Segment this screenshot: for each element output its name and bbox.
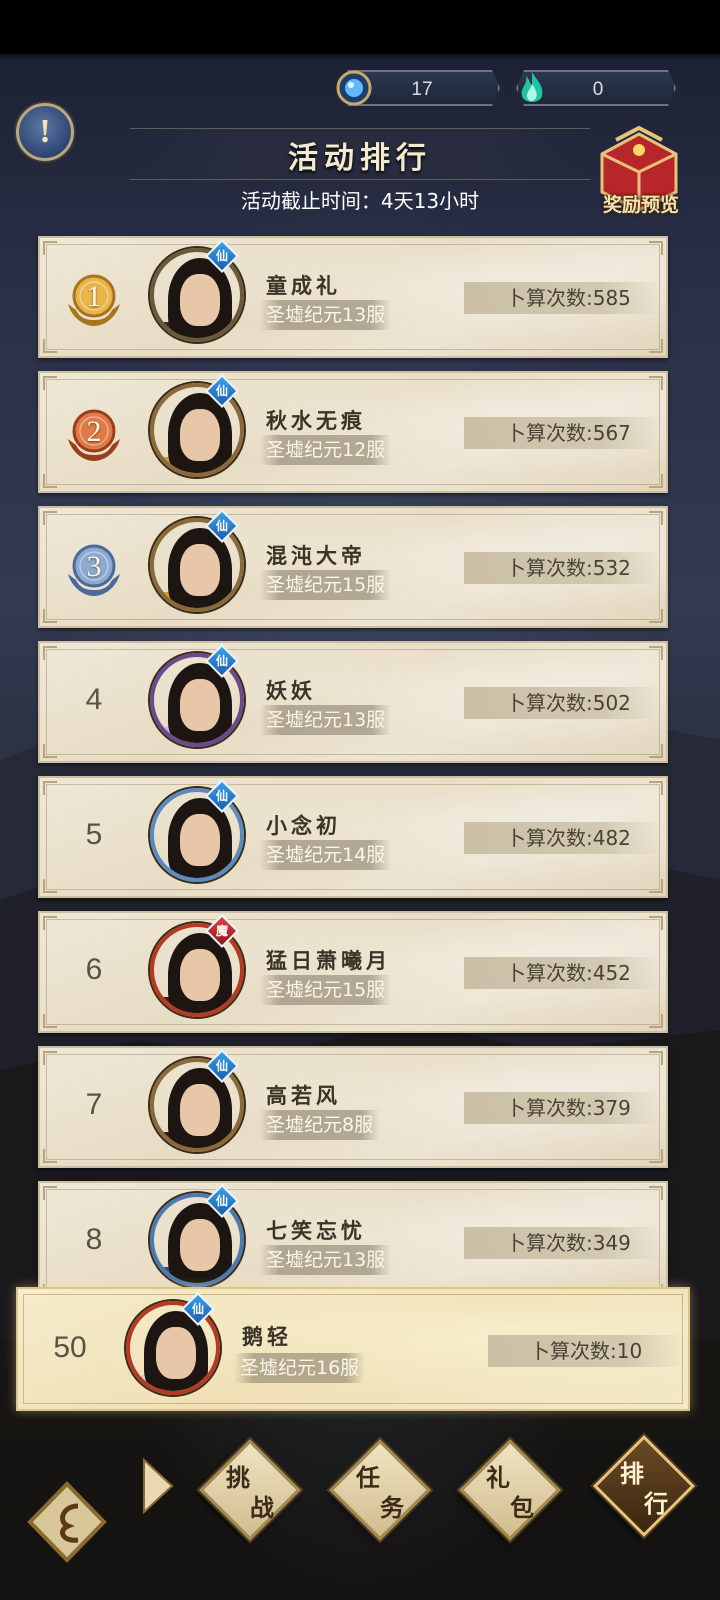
blue-orb-icon (336, 70, 372, 106)
card-corner-ornament (43, 744, 57, 758)
player-name: 七笑忘忧 (266, 1218, 366, 1243)
card-corner-ornament (649, 511, 663, 525)
card-corner-ornament (649, 1014, 663, 1028)
divination-count: 卜算次数:532 (464, 552, 662, 584)
card-corner-ornament (43, 1014, 57, 1028)
player-name: 秋水无痕 (266, 408, 366, 433)
player-server: 圣墟纪元8服 (260, 1110, 380, 1140)
player-name: 混沌大帝 (266, 543, 366, 568)
back-button[interactable] (22, 1476, 112, 1586)
card-corner-ornament (43, 1149, 57, 1163)
player-server: 圣墟纪元13服 (260, 300, 392, 330)
nav-challenge-button[interactable]: 挑 战 (199, 1439, 301, 1541)
card-corner-ornament (43, 339, 57, 353)
card-corner-ornament (43, 646, 57, 660)
divination-count: 卜算次数:452 (464, 957, 662, 989)
card-corner-ornament (43, 241, 57, 255)
nav-scroll-arrow-icon[interactable] (140, 1456, 176, 1516)
player-name: 小念初 (266, 813, 341, 838)
rank-card[interactable]: 2 仙秋水无痕 圣墟纪元12服 卜算次数:567 (38, 371, 668, 493)
rank-card[interactable]: 6 魔猛日萧曦月 圣墟纪元15服 卜算次数:452 (38, 911, 668, 1033)
card-corner-ornament (649, 1051, 663, 1065)
rank-card[interactable]: 7 仙高若风 圣墟纪元8服 卜算次数:379 (38, 1046, 668, 1168)
my-rank-number: 50 (53, 1331, 87, 1364)
player-server: 圣墟纪元15服 (260, 975, 392, 1005)
player-server: 圣墟纪元15服 (260, 570, 392, 600)
player-server: 圣墟纪元12服 (260, 435, 392, 465)
nav-task-button[interactable]: 任 务 (329, 1439, 431, 1541)
rank-card[interactable]: 4 仙妖妖 圣墟纪元13服 卜算次数:502 (38, 641, 668, 763)
card-corner-ornament (649, 241, 663, 255)
card-corner-ornament (43, 474, 57, 488)
rank-number: 1 (86, 280, 102, 313)
rank-card[interactable]: 5 仙小念初 圣墟纪元14服 卜算次数:482 (38, 776, 668, 898)
my-divination-count: 卜算次数:10 (488, 1335, 686, 1367)
rank-number: 5 (85, 818, 103, 851)
app-screen: 17 0 ! 活动排行 活动截止时间：4天13小时 奖励预览 1 仙童成礼 圣墟纪元… (0, 0, 720, 1600)
rank-number: 6 (85, 953, 103, 986)
card-corner-ornament (649, 474, 663, 488)
player-name: 童成礼 (266, 273, 341, 298)
rank-number: 7 (85, 1088, 103, 1121)
card-corner-ornament (43, 1186, 57, 1200)
card-corner-ornament (649, 879, 663, 893)
card-corner-ornament (649, 646, 663, 660)
card-corner-ornament (649, 1186, 663, 1200)
card-corner-ornament (43, 511, 57, 525)
rank-card[interactable]: 1 仙童成礼 圣墟纪元13服 卜算次数:585 (38, 236, 668, 358)
card-corner-ornament (43, 376, 57, 390)
card-corner-ornament (43, 1051, 57, 1065)
card-corner-ornament (43, 916, 57, 930)
card-corner-ornament (649, 744, 663, 758)
green-flame-icon (521, 72, 543, 102)
divination-count: 卜算次数:567 (464, 417, 662, 449)
rank-number: 2 (86, 415, 102, 448)
divination-count: 卜算次数:502 (464, 687, 662, 719)
divination-count: 卜算次数:349 (464, 1227, 662, 1259)
divination-count: 卜算次数:585 (464, 282, 662, 314)
card-corner-ornament (649, 376, 663, 390)
rank-number: 8 (85, 1223, 103, 1256)
my-player-name: 鹅轻 (242, 1324, 292, 1349)
player-server: 圣墟纪元13服 (260, 1245, 392, 1275)
rank-card[interactable]: 3 仙混沌大帝 圣墟纪元15服 卜算次数:532 (38, 506, 668, 628)
card-corner-ornament (649, 781, 663, 795)
rank-number: 3 (86, 550, 102, 583)
card-corner-ornament (43, 879, 57, 893)
player-name: 猛日萧曦月 (266, 948, 391, 973)
card-corner-ornament (649, 609, 663, 623)
card-corner-ornament (649, 339, 663, 353)
card-corner-ornament (43, 609, 57, 623)
card-corner-ornament (43, 781, 57, 795)
my-rank-card[interactable]: 50 仙 鹅轻 圣墟纪元16服 卜算次数:10 (16, 1287, 690, 1411)
card-corner-ornament (649, 916, 663, 930)
rank-card[interactable]: 8 仙七笑忘忧 圣墟纪元13服 卜算次数:349 (38, 1181, 668, 1303)
nav-gift-button[interactable]: 礼 包 (459, 1439, 561, 1541)
reward-preview-label[interactable]: 奖励预览 (586, 190, 696, 217)
player-name: 妖妖 (266, 678, 316, 703)
player-name: 高若风 (266, 1083, 341, 1108)
player-server: 圣墟纪元14服 (260, 840, 392, 870)
nav-ranking-button[interactable]: 排 行 (593, 1435, 695, 1537)
my-server: 圣墟纪元16服 (234, 1353, 366, 1383)
status-bar (0, 0, 720, 54)
card-corner-ornament (649, 1149, 663, 1163)
divination-count: 卜算次数:482 (464, 822, 662, 854)
player-server: 圣墟纪元13服 (260, 705, 392, 735)
divination-count: 卜算次数:379 (464, 1092, 662, 1124)
rank-number: 4 (85, 683, 103, 716)
